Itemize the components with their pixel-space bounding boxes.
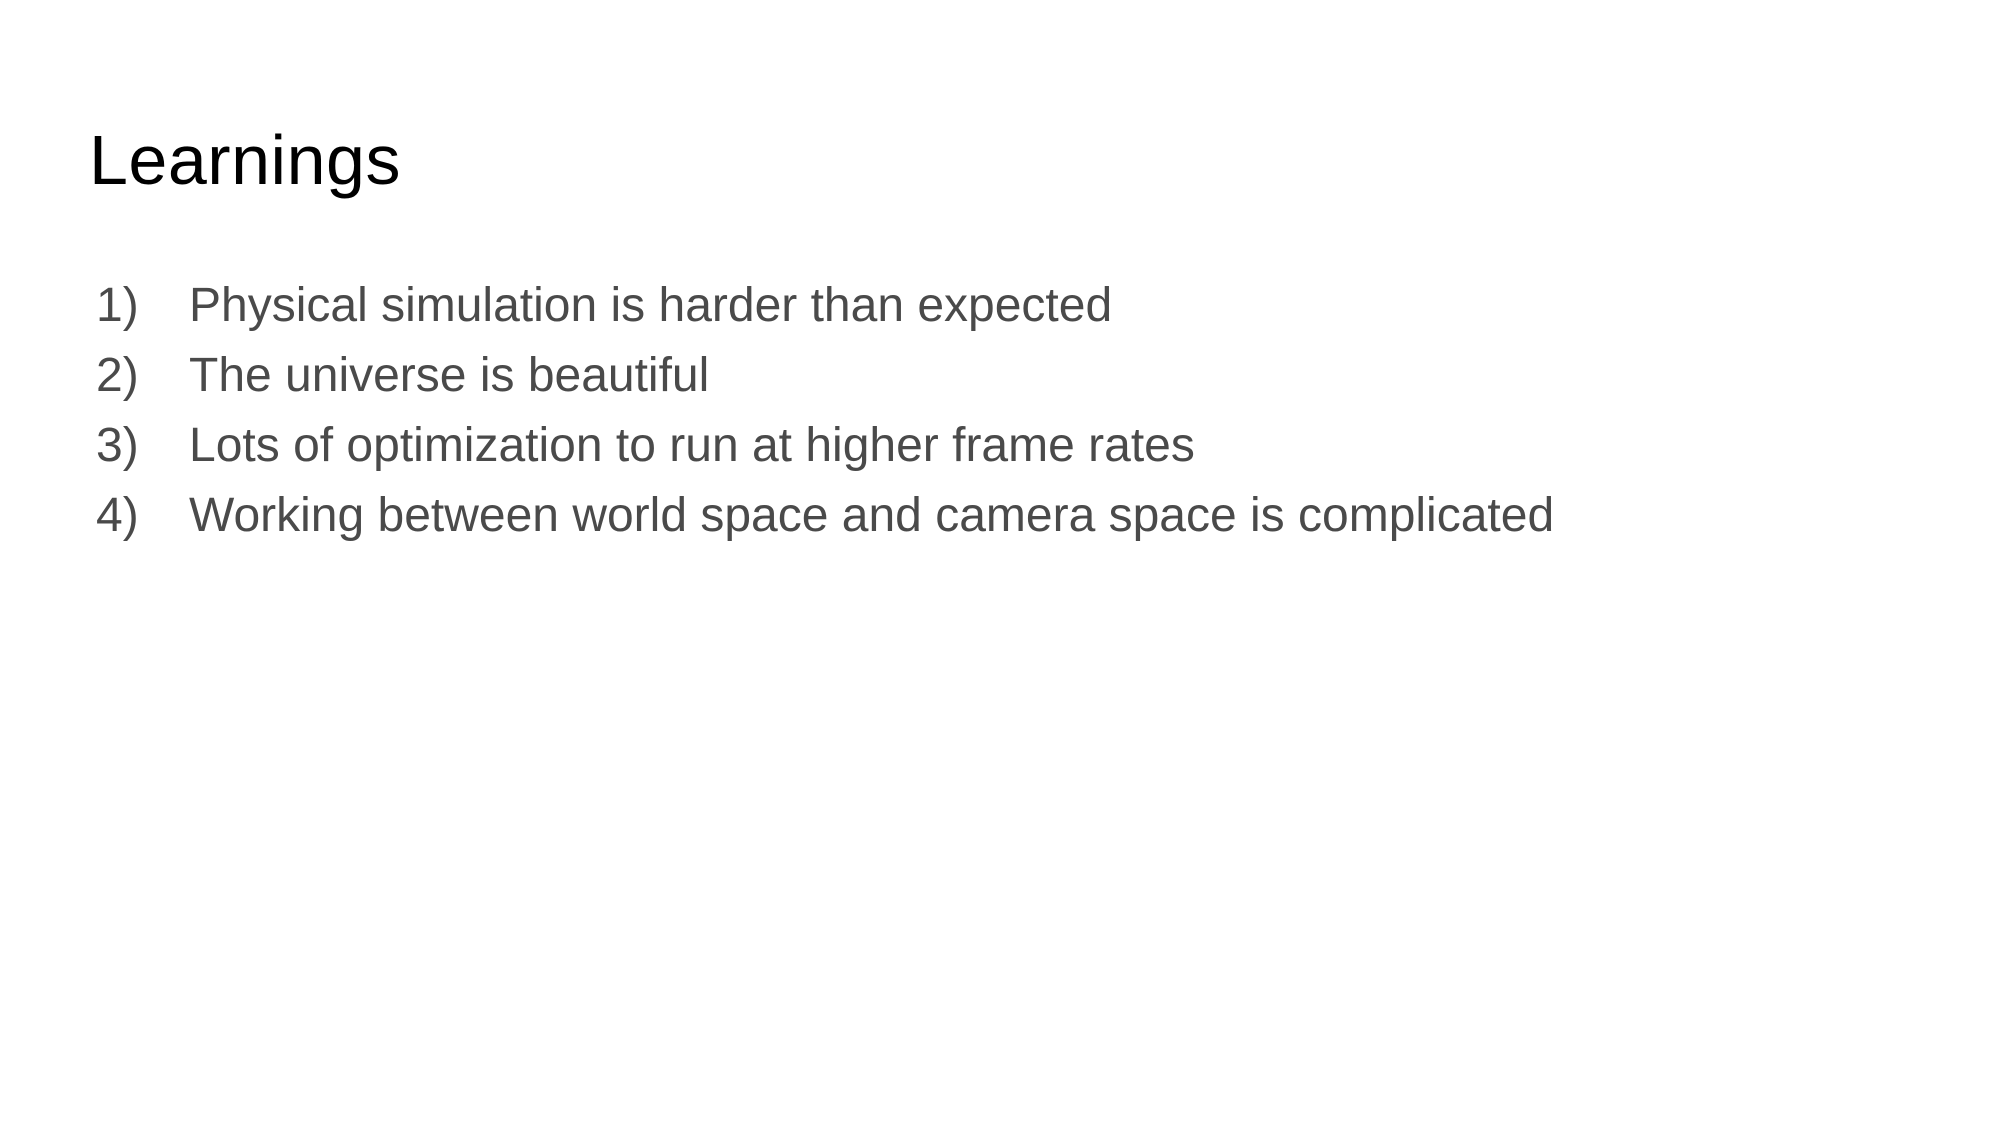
list-item-number: 4) [96,489,139,542]
list-item-text: Physical simulation is harder than expec… [189,279,1113,332]
list-item-text: Lots of optimization to run at higher fr… [189,419,1195,472]
list-item: 4) Working between world space and camer… [96,481,1554,551]
list-item-number: 3) [96,419,139,472]
slide: Learnings 1) Physical simulation is hard… [0,0,2006,1124]
slide-title: Learnings [89,121,401,199]
learnings-list: 1) Physical simulation is harder than ex… [96,271,1554,551]
list-item-text: The universe is beautiful [189,349,710,402]
list-item-number: 1) [96,279,139,332]
list-item-number: 2) [96,349,139,402]
list-item: 1) Physical simulation is harder than ex… [96,271,1554,341]
list-item: 2) The universe is beautiful [96,341,1554,411]
list-item-text: Working between world space and camera s… [189,489,1555,542]
list-item: 3) Lots of optimization to run at higher… [96,411,1554,481]
